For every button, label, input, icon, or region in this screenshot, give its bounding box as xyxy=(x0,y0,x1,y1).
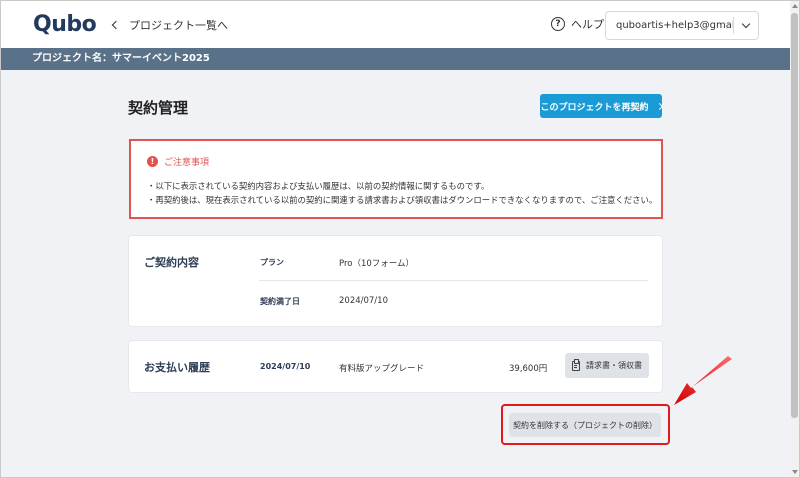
contract-card-title: ご契約内容 xyxy=(144,256,199,269)
row-divider xyxy=(259,280,648,281)
qubo-logo[interactable]: Qubo xyxy=(33,12,97,37)
plan-value: Pro（10フォーム） xyxy=(339,259,415,269)
recontract-button[interactable]: このプロジェクトを再契約 xyxy=(540,94,663,118)
alert-circle-icon: ! xyxy=(147,156,158,167)
plan-label: プラン xyxy=(260,258,284,267)
notice-line: ・再契約後は、現在表示されている以前の契約に関連する請求書および領収書はダウンロ… xyxy=(147,195,658,205)
logo-text: Qubo xyxy=(33,12,97,37)
recontract-button-label: このプロジェクトを再契約 xyxy=(540,102,649,113)
back-to-projects-link[interactable]: プロジェクト一覧へ xyxy=(111,17,228,33)
help-link[interactable]: ? ヘルプ xyxy=(551,16,604,32)
delete-contract-button[interactable]: 契約を削除する（プロジェクトの削除） xyxy=(509,413,661,437)
vertical-scrollbar[interactable] xyxy=(790,1,799,477)
scroll-up-icon[interactable] xyxy=(792,4,798,8)
payment-amount: 39,600円 xyxy=(509,364,548,374)
clipboard-icon xyxy=(572,358,580,371)
scroll-down-icon[interactable] xyxy=(792,470,798,474)
invoice-button-label: 請求書・領収書 xyxy=(586,361,642,370)
chevron-right-icon xyxy=(655,102,663,110)
notice-title: ご注意事項 xyxy=(164,158,210,168)
top-header: Qubo プロジェクト一覧へ ? ヘルプ quboartis+help3@gma… xyxy=(1,1,799,48)
scrollbar-thumb[interactable] xyxy=(791,13,798,418)
notice-header: ! ご注意事項 xyxy=(147,155,209,168)
payment-date: 2024/07/10 xyxy=(260,362,311,371)
question-circle-icon: ? xyxy=(551,17,565,31)
notice-line: ・以下に表示されている契約内容および支払い履歴は、以前の契約情報に関するものです… xyxy=(147,181,490,191)
help-label: ヘルプ xyxy=(571,18,604,31)
chevron-left-icon xyxy=(111,20,121,30)
invoice-receipt-button[interactable]: 請求書・領収書 xyxy=(565,353,649,378)
expiry-value: 2024/07/10 xyxy=(339,296,388,306)
project-name: プロジェクト名：サマーイベント2025 xyxy=(32,53,210,64)
payment-card-title: お支払い履歴 xyxy=(144,361,210,374)
project-name-bar: プロジェクト名：サマーイベント2025 xyxy=(1,48,799,70)
account-menu[interactable]: quboartis+help3@gmail.com xyxy=(605,11,759,40)
payment-description: 有料版アップグレード xyxy=(339,364,425,374)
account-email: quboartis+help3@gmail.com xyxy=(616,20,733,31)
back-link-label: プロジェクト一覧へ xyxy=(129,19,228,32)
annotation-arrow-icon xyxy=(674,356,732,405)
contract-details-card: ご契約内容 プラン Pro（10フォーム） 契約満了日 2024/07/10 xyxy=(129,236,662,326)
account-dropdown-toggle[interactable] xyxy=(734,19,758,29)
payment-history-card: お支払い履歴 2024/07/10 有料版アップグレード 39,600円 請求書… xyxy=(129,341,662,392)
expiry-label: 契約満了日 xyxy=(260,297,300,306)
chevron-down-icon xyxy=(741,19,751,29)
page-title: 契約管理 xyxy=(128,99,189,117)
notice-box: ! ご注意事項 ・以下に表示されている契約内容および支払い履歴は、以前の契約情報… xyxy=(129,139,663,219)
delete-button-label: 契約を削除する（プロジェクトの削除） xyxy=(513,420,657,430)
